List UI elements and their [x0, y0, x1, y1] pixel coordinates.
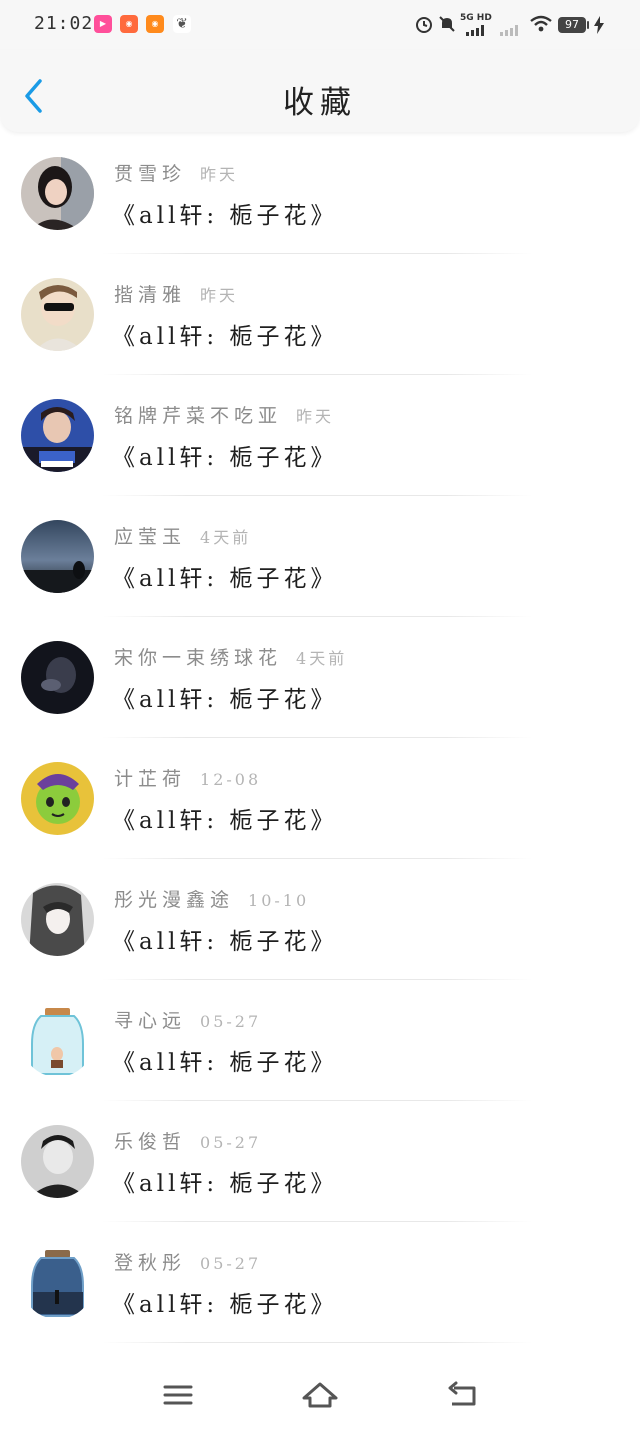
wifi-icon [530, 15, 552, 32]
username[interactable]: 彤光漫鑫途 [114, 889, 234, 911]
list-item[interactable]: 乐俊哲 05-27 《all轩: 栀子花》 [0, 1101, 640, 1222]
post-title[interactable]: 《all轩: 栀子花》 [112, 922, 337, 956]
avatar[interactable] [21, 520, 94, 593]
post-title[interactable]: 《all轩: 栀子花》 [112, 317, 337, 351]
post-title[interactable]: 《all轩: 栀子花》 [112, 801, 337, 835]
avatar[interactable] [21, 1004, 94, 1077]
list-item[interactable]: 彤光漫鑫途 10-10 《all轩: 栀子花》 [0, 859, 640, 980]
username[interactable]: 登秋彤 [114, 1252, 186, 1274]
signal-icon [466, 25, 484, 36]
username[interactable]: 乐俊哲 [114, 1131, 186, 1153]
app-leaf-icon: ❦ [173, 15, 191, 33]
app-orange-icon: ◉ [120, 15, 138, 33]
return-icon [448, 1381, 476, 1406]
avatar[interactable] [21, 762, 94, 835]
return-button[interactable] [442, 1378, 482, 1412]
system-nav-bar [0, 1360, 640, 1433]
username[interactable]: 宋你一束绣球花 [114, 647, 282, 669]
post-title[interactable]: 《all轩: 栀子花》 [112, 438, 337, 472]
username[interactable]: 计芷荷 [114, 768, 186, 790]
avatar[interactable] [21, 641, 94, 714]
timestamp: 4天前 [200, 528, 252, 547]
status-time: 21:02 [34, 13, 94, 34]
list-item[interactable]: 应莹玉 4天前 《all轩: 栀子花》 [0, 496, 640, 617]
home-icon [302, 1382, 338, 1408]
avatar[interactable] [21, 278, 94, 351]
battery-level: 97 [558, 17, 586, 33]
timestamp: 12-08 [200, 770, 262, 789]
username[interactable]: 贯雪珍 [114, 163, 186, 185]
home-button[interactable] [300, 1378, 340, 1412]
timestamp: 4天前 [296, 649, 348, 668]
post-title[interactable]: 《all轩: 栀子花》 [112, 559, 337, 593]
avatar[interactable] [21, 1246, 94, 1319]
menu-icon [163, 1385, 193, 1405]
timestamp: 昨天 [200, 286, 239, 305]
battery-tip [587, 21, 589, 29]
list-item[interactable]: 计芷荷 12-08 《all轩: 栀子花》 [0, 738, 640, 859]
username[interactable]: 揩清雅 [114, 284, 186, 306]
list-item[interactable]: 寻心远 05-27 《all轩: 栀子花》 [0, 980, 640, 1101]
signal-2-icon [500, 25, 518, 36]
page-title: 收藏 [283, 85, 357, 121]
list-item[interactable]: 登秋彤 05-27 《all轩: 栀子花》 [0, 1222, 640, 1343]
list-item[interactable]: 揩清雅 昨天 《all轩: 栀子花》 [0, 254, 640, 375]
timestamp: 05-27 [200, 1012, 262, 1031]
avatar[interactable] [21, 1125, 94, 1198]
username[interactable]: 寻心远 [114, 1010, 186, 1032]
post-title[interactable]: 《all轩: 栀子花》 [112, 680, 337, 714]
list-item[interactable]: 贯雪珍 昨天 《all轩: 栀子花》 [0, 133, 640, 254]
username[interactable]: 应莹玉 [114, 526, 186, 548]
favorites-list: 贯雪珍 昨天 《all轩: 栀子花》 揩清雅 昨天 《all轩: 栀子花》 铭牌… [0, 133, 640, 1343]
mute-bell-icon [439, 16, 455, 32]
post-title[interactable]: 《all轩: 栀子花》 [112, 196, 337, 230]
timestamp: 05-27 [200, 1133, 262, 1152]
post-title[interactable]: 《all轩: 栀子花》 [112, 1043, 337, 1077]
app-orange-2-icon: ◉ [146, 15, 164, 33]
username[interactable]: 铭牌芹菜不吃亚 [114, 405, 282, 427]
avatar[interactable] [21, 399, 94, 472]
charging-icon [594, 16, 604, 34]
timestamp: 05-27 [200, 1254, 262, 1273]
avatar[interactable] [21, 883, 94, 956]
avatar[interactable] [21, 157, 94, 230]
status-bar: 21:02 ▶ ◉ ◉ ❦ 5G HD 97 [0, 0, 640, 50]
timestamp: 10-10 [248, 891, 310, 910]
menu-button[interactable] [158, 1378, 198, 1412]
network-label: 5G HD [460, 13, 492, 23]
header: 收藏 [0, 50, 640, 132]
list-item[interactable]: 宋你一束绣球花 4天前 《all轩: 栀子花》 [0, 617, 640, 738]
list-item[interactable]: 铭牌芹菜不吃亚 昨天 《all轩: 栀子花》 [0, 375, 640, 496]
divider [102, 1342, 532, 1343]
alarm-icon [416, 17, 432, 33]
post-title[interactable]: 《all轩: 栀子花》 [112, 1285, 337, 1319]
vivo-video-icon: ▶ [94, 15, 112, 33]
timestamp: 昨天 [200, 165, 239, 184]
timestamp: 昨天 [296, 407, 335, 426]
post-title[interactable]: 《all轩: 栀子花》 [112, 1164, 337, 1198]
